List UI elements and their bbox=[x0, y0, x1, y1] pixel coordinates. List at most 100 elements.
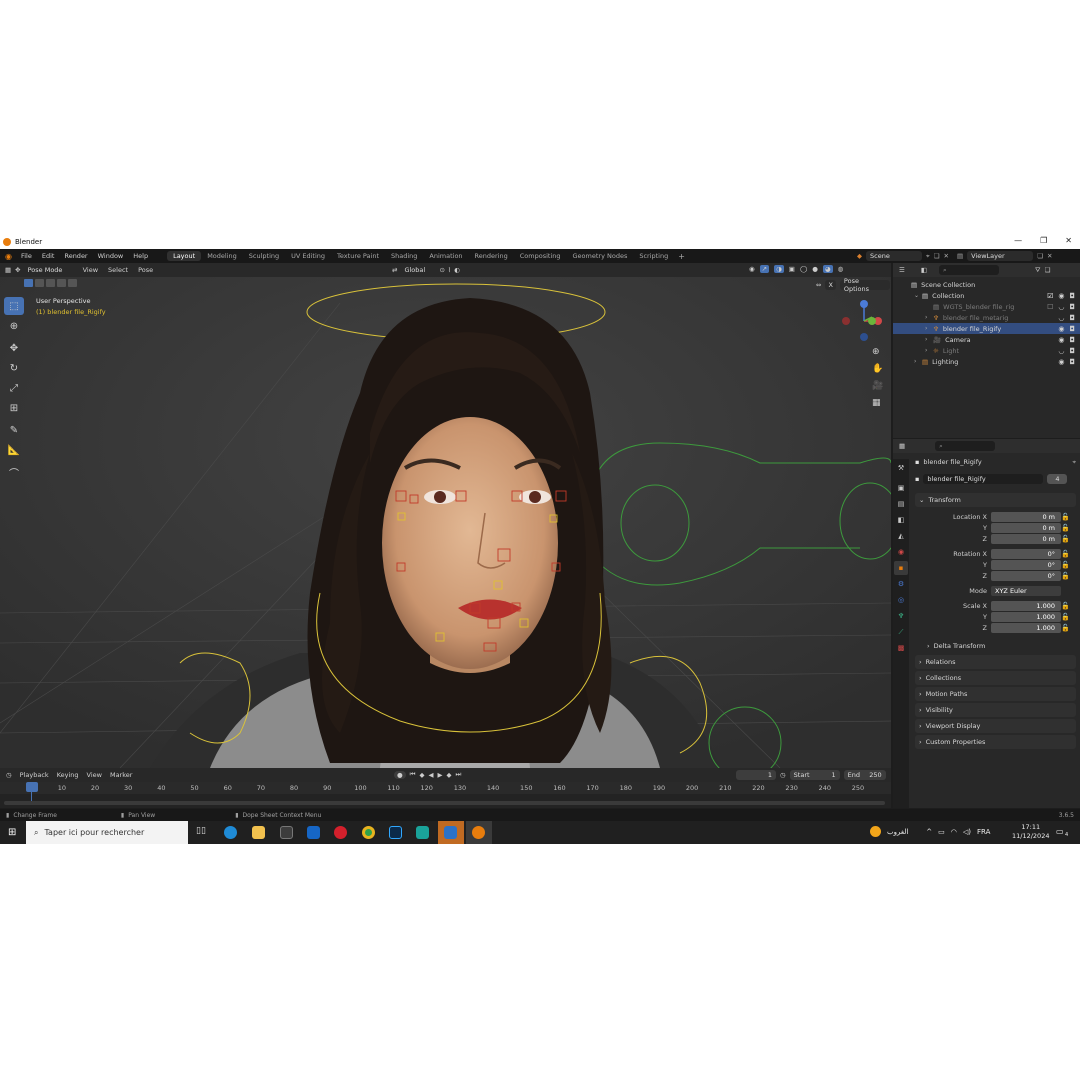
jump-keyframe-next-icon[interactable]: ◆ bbox=[447, 771, 452, 779]
panel-collections[interactable]: › Collections bbox=[915, 671, 1076, 685]
menu-file[interactable]: File bbox=[16, 252, 37, 260]
panel-custom-properties[interactable]: › Custom Properties bbox=[915, 735, 1076, 749]
object-tab-icon[interactable]: ▪ bbox=[894, 561, 908, 575]
file-explorer-icon[interactable] bbox=[252, 826, 265, 839]
network-icon[interactable]: ▭ bbox=[938, 828, 945, 836]
measure-tool-icon[interactable]: 📐 bbox=[4, 441, 24, 459]
tab-sculpting[interactable]: Sculpting bbox=[243, 251, 285, 261]
outliner-row[interactable]: › 🎥 Camera ◉ ◘ bbox=[893, 334, 1080, 345]
jump-keyframe-back-icon[interactable]: ◆ bbox=[420, 771, 425, 779]
move-tool-icon[interactable]: ✥ bbox=[4, 339, 24, 357]
timeline-menu-view[interactable]: View bbox=[83, 771, 106, 779]
render-tab-icon[interactable]: ▣ bbox=[894, 481, 908, 495]
outliner-row[interactable]: ▤ Scene Collection bbox=[893, 279, 1080, 290]
blender-menu-icon[interactable]: ◉ bbox=[5, 252, 12, 261]
tab-animation[interactable]: Animation bbox=[423, 251, 468, 261]
viewport-menu-select[interactable]: Select bbox=[103, 266, 133, 274]
editor-type-icon[interactable]: ▦ bbox=[5, 266, 11, 274]
xray-toggle-icon[interactable]: ▣ bbox=[789, 265, 795, 273]
3d-viewport[interactable]: ▦ ✥ Pose Mode View Select Pose ⇄ Global ⊙ … bbox=[0, 263, 891, 768]
mirror-icon[interactable]: ⇔ bbox=[816, 281, 821, 289]
scale-x-field[interactable]: 1.000 bbox=[991, 600, 1061, 611]
wifi-icon[interactable]: ◠ bbox=[951, 828, 957, 836]
delete-scene-icon[interactable]: ✕ bbox=[944, 252, 949, 260]
checkbox-icon[interactable]: ☐ bbox=[1047, 303, 1053, 311]
pen-app-icon[interactable] bbox=[444, 826, 457, 839]
menu-render[interactable]: Render bbox=[59, 252, 92, 260]
restore-icon[interactable]: ❐ bbox=[1040, 236, 1047, 245]
expand-arrow-icon[interactable]: › bbox=[925, 336, 933, 343]
rotation-x-field[interactable]: 0° bbox=[991, 548, 1061, 559]
select-subtract-icon[interactable] bbox=[46, 279, 55, 287]
menu-window[interactable]: Window bbox=[93, 252, 129, 260]
filter-icon[interactable]: ⛛ bbox=[1035, 266, 1040, 275]
panel-viewport-display[interactable]: › Viewport Display bbox=[915, 719, 1076, 733]
weather-icon[interactable] bbox=[870, 826, 881, 837]
end-frame-field[interactable]: End 250 bbox=[843, 770, 886, 780]
volume-icon[interactable]: ◁) bbox=[963, 828, 971, 836]
cursor-tool-icon[interactable]: ⊕ bbox=[4, 317, 24, 335]
windows-start-icon[interactable]: ⊞ bbox=[8, 827, 16, 838]
tab-layout[interactable]: Layout bbox=[167, 251, 202, 261]
modifier-tab-icon[interactable]: ⚙ bbox=[894, 577, 908, 591]
rendered-shading-icon[interactable]: ◍ bbox=[838, 265, 844, 273]
pose-options-dropdown[interactable]: Pose Options bbox=[839, 277, 890, 293]
outlook-icon[interactable] bbox=[307, 826, 320, 839]
object-type-icon[interactable]: ▪ bbox=[915, 475, 919, 483]
gizmo-toggle-icon[interactable]: ↗ bbox=[759, 265, 770, 273]
bone-tab-icon[interactable]: ⟋ bbox=[894, 625, 908, 639]
lock-icon[interactable]: 🔓 bbox=[1061, 572, 1070, 580]
eye-icon[interactable]: ◉ bbox=[1058, 358, 1064, 366]
outliner-row[interactable]: › ▤ Lighting ◉ ◘ bbox=[893, 356, 1080, 367]
checkbox-icon[interactable]: ☑ bbox=[1047, 292, 1053, 300]
outliner-search-field[interactable]: ⌕ bbox=[938, 265, 999, 275]
jump-end-icon[interactable]: ⏭ bbox=[456, 770, 462, 779]
scale-tool-icon[interactable]: ⤢ bbox=[4, 379, 24, 397]
transform-tool-icon[interactable]: ⊞ bbox=[4, 399, 24, 417]
proportional-editing-icon[interactable]: ◐ bbox=[454, 266, 460, 274]
select-box-tool-icon[interactable]: ⬚ bbox=[4, 297, 24, 315]
location-z-field[interactable]: 0 m bbox=[991, 533, 1061, 544]
lock-icon[interactable]: 🔓 bbox=[1061, 602, 1070, 610]
object-name-field[interactable]: blender file_Rigify bbox=[923, 474, 1044, 484]
camera-view-icon[interactable]: 🎥 bbox=[872, 378, 883, 395]
play-icon[interactable]: ▶ bbox=[438, 771, 443, 779]
scale-y-field[interactable]: 1.000 bbox=[991, 611, 1061, 622]
expand-arrow-icon[interactable]: › bbox=[925, 325, 933, 332]
x-mirror-toggle[interactable]: X bbox=[825, 280, 836, 290]
annotate-tool-icon[interactable]: ✎ bbox=[4, 421, 24, 439]
tab-scripting[interactable]: Scripting bbox=[633, 251, 674, 261]
scene-tab-icon[interactable]: ◭ bbox=[894, 529, 908, 543]
task-view-icon[interactable]: ▯▯ bbox=[196, 826, 209, 839]
object-users-count[interactable]: 4 bbox=[1047, 474, 1068, 484]
rotation-z-field[interactable]: 0° bbox=[991, 570, 1061, 581]
maya-icon[interactable] bbox=[416, 826, 429, 839]
pan-view-icon[interactable]: ✋ bbox=[872, 361, 883, 378]
timeline-editor[interactable]: ◷ Playback Keying View Marker ● ⏮ ◆ ◀ ▶ ◆ ⏭… bbox=[0, 768, 891, 808]
select-intersect-icon[interactable] bbox=[68, 279, 77, 287]
tab-rendering[interactable]: Rendering bbox=[469, 251, 514, 261]
lock-icon[interactable]: 🔓 bbox=[1061, 613, 1070, 621]
display-mode-icon[interactable]: ◧ bbox=[921, 266, 927, 274]
render-camera-icon[interactable]: ◘ bbox=[1069, 358, 1075, 366]
outliner-row[interactable]: › ♆ blender file_metarig ◡ ◘ bbox=[893, 312, 1080, 323]
tray-chevron-icon[interactable]: ^ bbox=[926, 828, 932, 836]
hidden-eye-icon[interactable]: ◡ bbox=[1058, 347, 1064, 355]
zoom-view-icon[interactable]: ⊕ bbox=[872, 344, 883, 361]
notification-icon[interactable]: ▭ bbox=[1056, 827, 1064, 836]
chrome-icon[interactable] bbox=[362, 826, 375, 839]
tab-texture-paint[interactable]: Texture Paint bbox=[331, 251, 385, 261]
timeline-scrollbar[interactable] bbox=[4, 801, 885, 805]
edge-icon[interactable] bbox=[224, 826, 237, 839]
start-frame-field[interactable]: Start 1 bbox=[789, 770, 840, 780]
tab-modeling[interactable]: Modeling bbox=[201, 251, 243, 261]
outliner-row[interactable]: › ☼ Light ◡ ◘ bbox=[893, 345, 1080, 356]
timeline-menu-playback[interactable]: Playback bbox=[16, 771, 53, 779]
outliner-row[interactable]: ▤ WGTS_blender file_rig ☐ ◡ ◘ bbox=[893, 301, 1080, 312]
menu-edit[interactable]: Edit bbox=[37, 252, 60, 260]
view-layer-tab-icon[interactable]: ◧ bbox=[894, 513, 908, 527]
lock-icon[interactable]: 🔓 bbox=[1061, 624, 1070, 632]
outliner-row[interactable]: › ♆ blender file_Rigify ◉ ◘ bbox=[893, 323, 1080, 334]
overlay-toggle-icon[interactable]: ◑ bbox=[774, 265, 784, 273]
minimize-icon[interactable]: — bbox=[1014, 236, 1022, 245]
